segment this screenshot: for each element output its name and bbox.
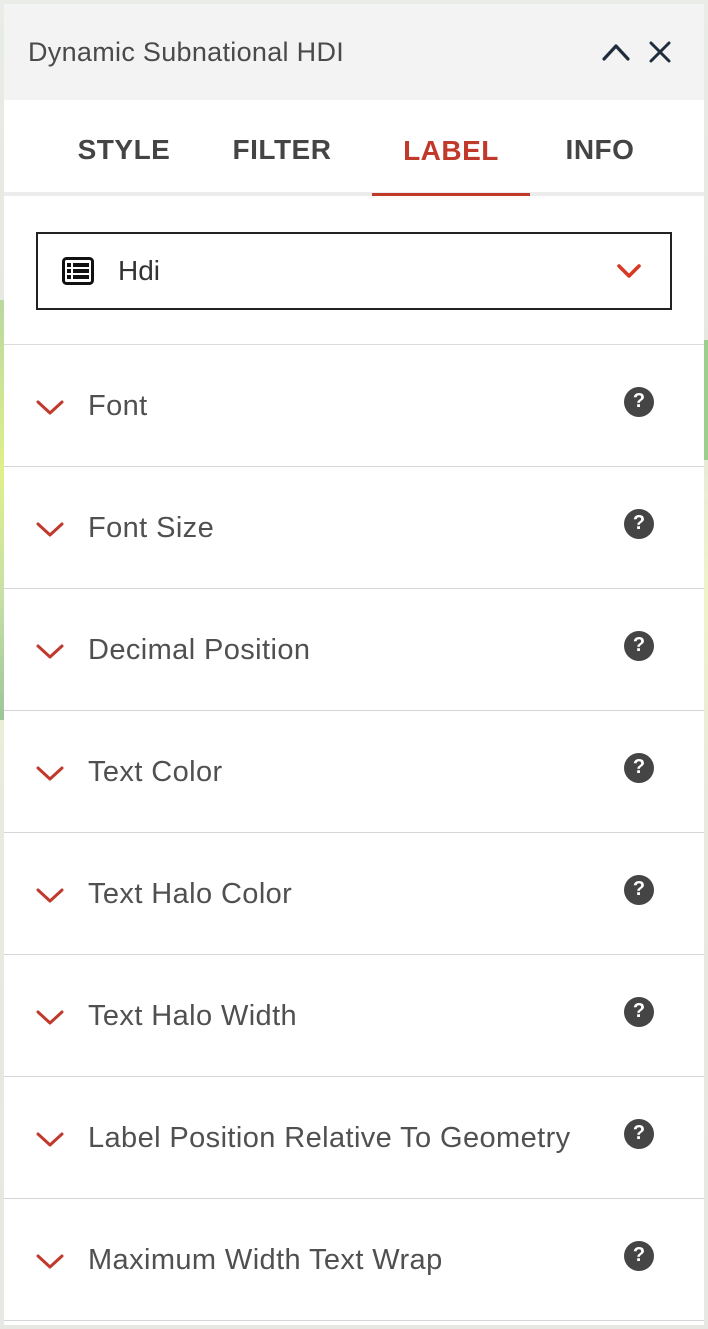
- section-font[interactable]: Font ?: [4, 345, 704, 467]
- section-label-position[interactable]: Label Position Relative To Geometry ?: [4, 1077, 704, 1199]
- help-icon[interactable]: ?: [624, 508, 654, 539]
- collapse-button[interactable]: [596, 32, 636, 72]
- chevron-down-icon: [34, 761, 66, 785]
- tab-style[interactable]: STYLE: [56, 100, 192, 192]
- tab-label[interactable]: LABEL: [372, 100, 530, 196]
- section-label: Font Size: [88, 512, 215, 544]
- section-label: Text Halo Width: [88, 1000, 298, 1032]
- section-text-color[interactable]: Text Color ?: [4, 711, 704, 833]
- help-icon[interactable]: ?: [624, 1240, 654, 1271]
- chevron-down-icon: [34, 883, 66, 907]
- section-text-halo-width[interactable]: Text Halo Width ?: [4, 955, 704, 1077]
- section-decimal-position[interactable]: Decimal Position ?: [4, 589, 704, 711]
- section-max-width-text-wrap[interactable]: Maximum Width Text Wrap ?: [4, 1199, 704, 1321]
- chevron-down-icon: [34, 639, 66, 663]
- tab-bar: STYLE FILTER LABEL INFO: [4, 100, 704, 196]
- panel-title: Dynamic Subnational HDI: [28, 36, 345, 67]
- tab-filter[interactable]: FILTER: [192, 100, 372, 192]
- section-label: Decimal Position: [88, 634, 311, 666]
- section-text-halo-color[interactable]: Text Halo Color ?: [4, 833, 704, 955]
- close-button[interactable]: [640, 32, 680, 72]
- help-icon[interactable]: ?: [624, 874, 654, 905]
- chevron-down-icon: [34, 1127, 66, 1151]
- chevron-down-icon: [617, 264, 641, 278]
- chevron-down-icon: [34, 1005, 66, 1029]
- help-icon[interactable]: ?: [624, 630, 654, 661]
- close-icon: [649, 41, 671, 63]
- help-icon[interactable]: ?: [624, 996, 654, 1027]
- chevron-up-icon: [602, 44, 630, 61]
- section-label: Text Halo Color: [88, 878, 293, 910]
- section-font-size[interactable]: Font Size ?: [4, 467, 704, 589]
- section-label: Font: [88, 390, 148, 422]
- chevron-down-icon: [34, 517, 66, 541]
- section-label: Text Color: [88, 756, 223, 788]
- help-icon[interactable]: ?: [624, 386, 654, 417]
- table-list-icon: [62, 257, 94, 285]
- chevron-down-icon: [34, 395, 66, 419]
- label-field-select[interactable]: Hdi: [36, 232, 672, 310]
- section-label: Label Position Relative To Geometry: [88, 1122, 571, 1154]
- layer-settings-panel: Dynamic Subnational HDI STYLE FILTER LAB…: [4, 4, 704, 1325]
- panel-header: Dynamic Subnational HDI: [4, 4, 704, 100]
- select-value: Hdi: [118, 255, 161, 286]
- help-icon[interactable]: ?: [624, 752, 654, 783]
- section-label: Maximum Width Text Wrap: [88, 1244, 443, 1276]
- field-select-container: Hdi: [4, 196, 704, 345]
- help-icon[interactable]: ?: [624, 1118, 654, 1149]
- tab-info[interactable]: INFO: [530, 100, 670, 192]
- chevron-down-icon: [34, 1249, 66, 1273]
